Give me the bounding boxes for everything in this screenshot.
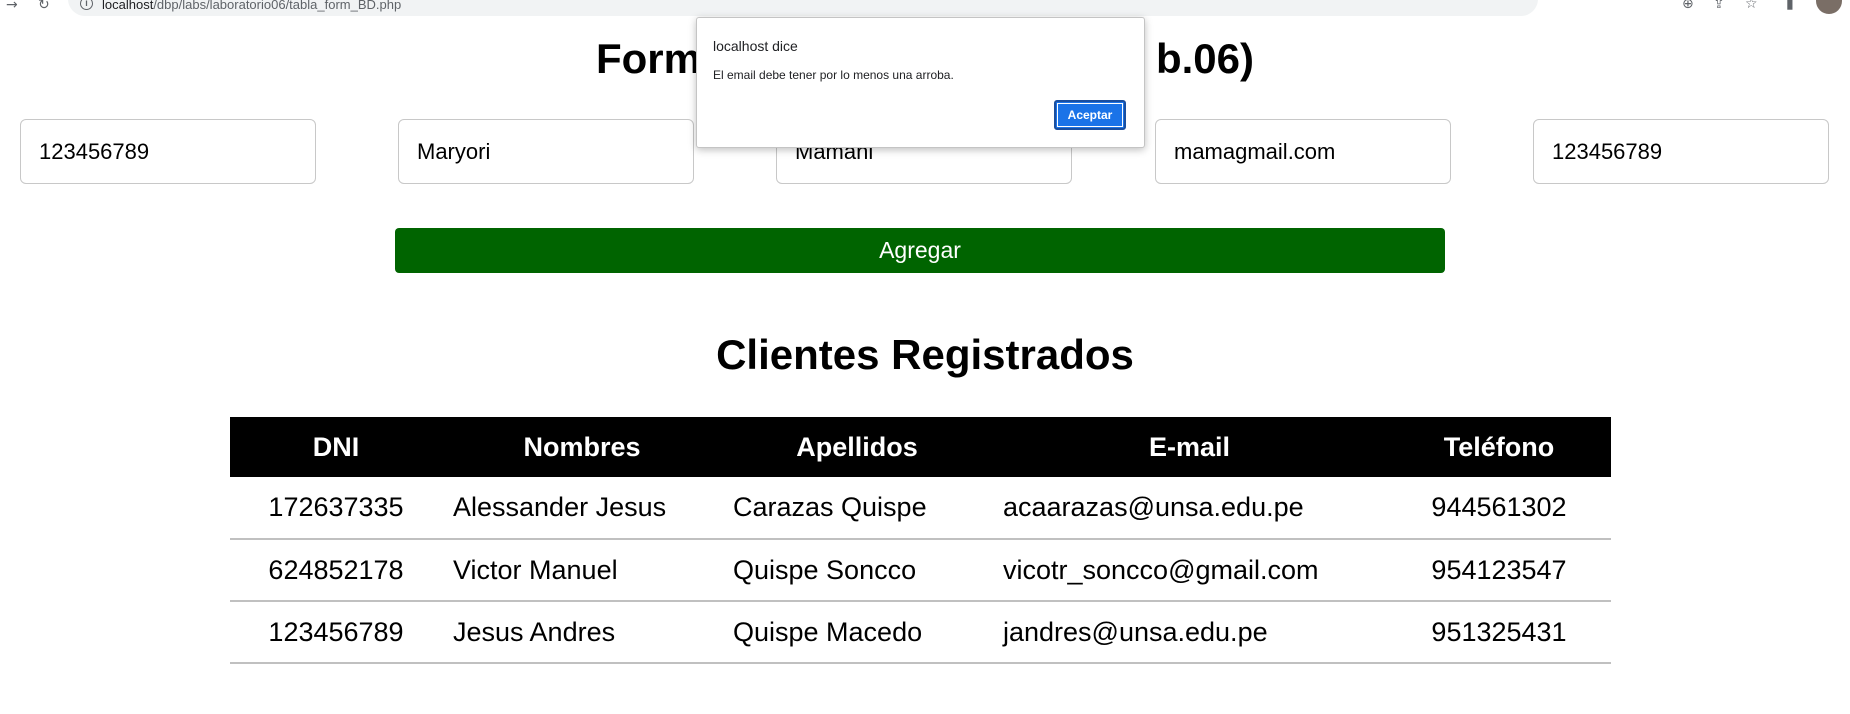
cell-dni: 624852178 — [268, 554, 404, 585]
cell-telefono: 944561302 — [1431, 492, 1567, 522]
reload-icon[interactable]: ↻ — [38, 0, 50, 13]
clients-section-title: Clientes Registrados — [716, 331, 1134, 378]
header-apellidos: Apellidos — [796, 431, 918, 462]
back-arrow-icon[interactable]: → — [6, 0, 18, 13]
page-title-right: b.06) — [1155, 35, 1255, 82]
url-text[interactable]: localhost/dbp/labs/laboratorio06/tabla_f… — [102, 0, 401, 12]
alert-message: El email debe tener por lo menos una arr… — [713, 68, 954, 82]
header-email: E-mail — [1148, 431, 1231, 462]
cell-email: jandres@unsa.edu.pe — [1003, 616, 1268, 647]
table-row: 624852178 Victor Manuel Quispe Soncco vi… — [230, 539, 1611, 601]
table-row: 123456789 Jesus Andres Quispe Macedo jan… — [230, 601, 1611, 663]
cell-telefono: 954123547 — [1431, 554, 1567, 585]
cell-dni: 123456789 — [268, 616, 404, 647]
header-nombres: Nombres — [523, 431, 641, 462]
telefono-input[interactable] — [1533, 119, 1829, 184]
cell-email: acaarazas@unsa.edu.pe — [1003, 492, 1304, 522]
cell-nombres: Alessander Jesus — [453, 492, 667, 522]
cell-apellidos: Quispe Soncco — [733, 554, 917, 585]
browser-toolbar: → ↻ i localhost/dbp/labs/laboratorio06/t… — [0, 0, 1850, 18]
share-icon[interactable]: ⇪ — [1713, 0, 1725, 12]
nombres-input[interactable] — [398, 119, 694, 184]
agregar-button[interactable]: Agregar — [395, 228, 1445, 273]
cell-apellidos: Quispe Macedo — [733, 616, 923, 647]
side-panel-icon[interactable]: ▮ — [1786, 0, 1794, 12]
cell-apellidos: Carazas Quispe — [733, 492, 927, 522]
bookmark-star-icon[interactable]: ☆ — [1745, 0, 1758, 12]
header-telefono: Teléfono — [1443, 431, 1555, 462]
table-row: 172637335 Alessander Jesus Carazas Quisp… — [230, 477, 1611, 539]
alert-dialog: localhost dice El email debe tener por l… — [696, 17, 1145, 148]
dni-input[interactable] — [20, 119, 316, 184]
cell-telefono: 951325431 — [1431, 616, 1567, 647]
profile-avatar[interactable] — [1816, 0, 1842, 14]
cell-nombres: Jesus Andres — [453, 616, 616, 647]
table-header-row: DNI Nombres Apellidos E-mail Teléfono — [230, 417, 1611, 477]
clients-table: DNI Nombres Apellidos E-mail Teléfono 17… — [230, 417, 1611, 664]
header-dni: DNI — [312, 431, 360, 462]
alert-title: localhost dice — [713, 38, 798, 54]
aceptar-button[interactable]: Aceptar — [1054, 100, 1126, 130]
cell-dni: 172637335 — [268, 492, 404, 522]
zoom-icon[interactable]: ⊕ — [1682, 0, 1694, 12]
cell-email: vicotr_soncco@gmail.com — [1003, 554, 1319, 585]
cell-nombres: Victor Manuel — [453, 554, 618, 585]
email-input[interactable] — [1155, 119, 1451, 184]
page-title-left: Form — [595, 35, 701, 82]
